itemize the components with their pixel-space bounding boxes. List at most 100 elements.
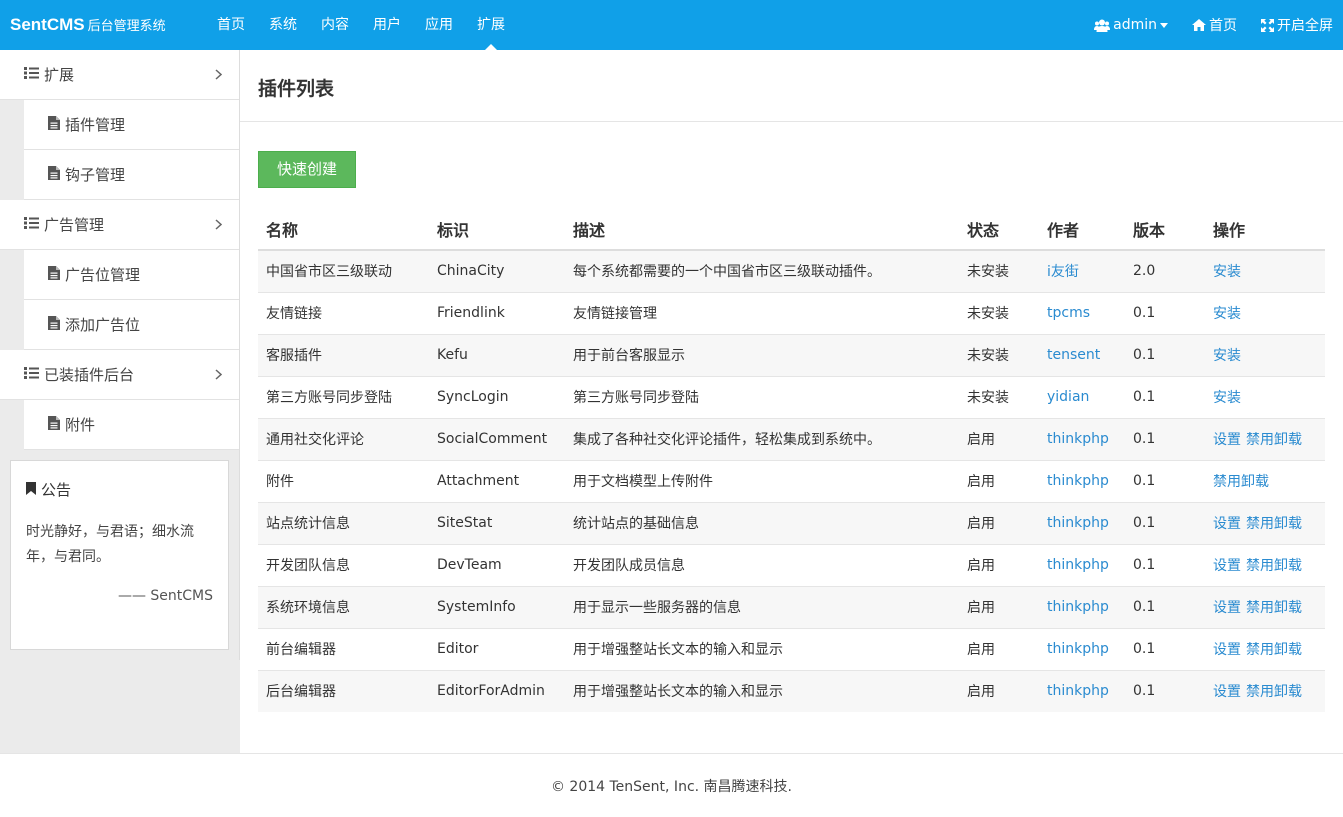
settings-link[interactable]: 设置 bbox=[1213, 642, 1241, 658]
user-menu[interactable]: admin bbox=[1094, 17, 1168, 33]
plugin-author-cell: thinkphp bbox=[1039, 585, 1125, 628]
home-link-label: 首页 bbox=[1209, 18, 1237, 34]
plugin-description: 友情链接管理 bbox=[565, 291, 959, 334]
uninstall-link[interactable]: 卸载 bbox=[1274, 684, 1302, 700]
sidebar-item-label: 添加广告位 bbox=[65, 316, 141, 334]
fullscreen-button[interactable]: 开启全屏 bbox=[1261, 15, 1333, 35]
title-divider bbox=[240, 121, 1343, 122]
install-link[interactable]: 安装 bbox=[1213, 306, 1241, 322]
notice-title: 公告 bbox=[26, 479, 213, 500]
plugin-actions: 安装 bbox=[1205, 333, 1325, 376]
author-link[interactable]: thinkphp bbox=[1047, 557, 1109, 573]
disable-link[interactable]: 禁用 bbox=[1246, 516, 1274, 532]
author-link[interactable]: tpcms bbox=[1047, 305, 1090, 321]
table-header-row: 名称 标识 描述 状态 作者 版本 操作 bbox=[258, 208, 1325, 251]
plugin-identifier: SocialComment bbox=[429, 417, 565, 460]
nav-item[interactable]: 首页 bbox=[205, 0, 257, 50]
sidebar-group[interactable]: 扩展 bbox=[0, 50, 240, 100]
author-link[interactable]: thinkphp bbox=[1047, 683, 1109, 699]
nav-item[interactable]: 系统 bbox=[257, 0, 309, 50]
table-row: 客服插件 Kefu 用于前台客服显示 未安装 tensent 0.1 安装 bbox=[258, 333, 1325, 376]
plugin-name: 前台编辑器 bbox=[258, 627, 429, 670]
chevron-right-icon bbox=[215, 218, 223, 234]
sidebar-item[interactable]: 广告位管理 bbox=[24, 250, 240, 300]
plugin-author-cell: yidian bbox=[1039, 375, 1125, 418]
file-icon bbox=[48, 415, 60, 434]
sidebar-item[interactable]: 附件 bbox=[24, 400, 240, 450]
plugin-name: 开发团队信息 bbox=[258, 543, 429, 586]
disable-link[interactable]: 禁用 bbox=[1213, 474, 1241, 490]
nav-item[interactable]: 扩展 bbox=[465, 0, 517, 50]
sidebar-group[interactable]: 广告管理 bbox=[0, 200, 240, 250]
notice-body: 时光静好，与君语；细水流年，与君同。 bbox=[26, 524, 194, 565]
plugin-name: 中国省市区三级联动 bbox=[258, 250, 429, 292]
plugin-identifier: Attachment bbox=[429, 459, 565, 502]
plugin-status: 启用 bbox=[959, 501, 1039, 544]
brand[interactable]: SentCMS 后台管理系统 bbox=[10, 0, 166, 50]
home-icon bbox=[1192, 19, 1206, 31]
table-row: 前台编辑器 Editor 用于增强整站长文本的输入和显示 启用 thinkphp 0.1 设… bbox=[258, 627, 1325, 670]
plugin-identifier: Kefu bbox=[429, 333, 565, 376]
author-link[interactable]: thinkphp bbox=[1047, 515, 1109, 531]
uninstall-link[interactable]: 卸载 bbox=[1274, 558, 1302, 574]
list-icon bbox=[24, 366, 39, 383]
settings-link[interactable]: 设置 bbox=[1213, 432, 1241, 448]
plugin-actions: 设置 禁用卸载 bbox=[1205, 543, 1325, 586]
settings-link[interactable]: 设置 bbox=[1213, 684, 1241, 700]
plugin-version: 0.1 bbox=[1125, 291, 1205, 334]
uninstall-link[interactable]: 卸载 bbox=[1274, 516, 1302, 532]
author-link[interactable]: thinkphp bbox=[1047, 473, 1109, 489]
plugin-identifier: SyncLogin bbox=[429, 375, 565, 418]
plugin-status: 未安装 bbox=[959, 250, 1039, 292]
install-link[interactable]: 安装 bbox=[1213, 348, 1241, 364]
nav-item[interactable]: 用户 bbox=[361, 0, 413, 50]
column-header: 版本 bbox=[1125, 208, 1205, 251]
plugin-author-cell: thinkphp bbox=[1039, 417, 1125, 460]
top-navbar: SentCMS 后台管理系统 首页 系统 内容 用户 应用 扩展 admin 首页 开启全屏 bbox=[0, 0, 1343, 50]
quick-create-button[interactable]: 快速创建 bbox=[258, 151, 356, 188]
disable-link[interactable]: 禁用 bbox=[1246, 600, 1274, 616]
plugin-actions: 安装 bbox=[1205, 375, 1325, 418]
footer-text: © 2014 TenSent, Inc. 南昌腾速科技. bbox=[550, 779, 792, 795]
plugin-description: 用于显示一些服务器的信息 bbox=[565, 585, 959, 628]
nav-item[interactable]: 内容 bbox=[309, 0, 361, 50]
install-link[interactable]: 安装 bbox=[1213, 264, 1241, 280]
uninstall-link[interactable]: 卸载 bbox=[1274, 600, 1302, 616]
settings-link[interactable]: 设置 bbox=[1213, 558, 1241, 574]
settings-link[interactable]: 设置 bbox=[1213, 600, 1241, 616]
install-link[interactable]: 安装 bbox=[1213, 390, 1241, 406]
author-link[interactable]: thinkphp bbox=[1047, 599, 1109, 615]
plugin-name: 第三方账号同步登陆 bbox=[258, 375, 429, 418]
plugin-description: 第三方账号同步登陆 bbox=[565, 375, 959, 418]
sidebar-item[interactable]: 添加广告位 bbox=[24, 300, 240, 350]
settings-link[interactable]: 设置 bbox=[1213, 516, 1241, 532]
plugin-author-cell: thinkphp bbox=[1039, 627, 1125, 670]
disable-link[interactable]: 禁用 bbox=[1246, 684, 1274, 700]
brand-name: SentCMS bbox=[10, 15, 85, 34]
uninstall-link[interactable]: 卸载 bbox=[1241, 474, 1269, 490]
author-link[interactable]: tensent bbox=[1047, 347, 1100, 363]
plugin-version: 0.1 bbox=[1125, 501, 1205, 544]
column-header: 标识 bbox=[429, 208, 565, 251]
plugin-name: 通用社交化评论 bbox=[258, 417, 429, 460]
uninstall-link[interactable]: 卸载 bbox=[1274, 432, 1302, 448]
home-link[interactable]: 首页 bbox=[1192, 15, 1237, 35]
disable-link[interactable]: 禁用 bbox=[1246, 432, 1274, 448]
sidebar-group-label: 广告管理 bbox=[44, 216, 105, 234]
author-link[interactable]: thinkphp bbox=[1047, 431, 1109, 447]
disable-link[interactable]: 禁用 bbox=[1246, 558, 1274, 574]
sidebar-item[interactable]: 钩子管理 bbox=[24, 150, 240, 200]
author-link[interactable]: thinkphp bbox=[1047, 641, 1109, 657]
disable-link[interactable]: 禁用 bbox=[1246, 642, 1274, 658]
uninstall-link[interactable]: 卸载 bbox=[1274, 642, 1302, 658]
author-link[interactable]: i友街 bbox=[1047, 264, 1079, 280]
plugin-status: 启用 bbox=[959, 417, 1039, 460]
caret-down-icon bbox=[1160, 22, 1168, 28]
sidebar-group[interactable]: 已装插件后台 bbox=[0, 350, 240, 400]
nav-item[interactable]: 应用 bbox=[413, 0, 465, 50]
table-row: 附件 Attachment 用于文档模型上传附件 启用 thinkphp 0.1 禁用卸载 bbox=[258, 459, 1325, 502]
plugin-actions: 设置 禁用卸载 bbox=[1205, 417, 1325, 460]
sidebar-item[interactable]: 插件管理 bbox=[24, 100, 240, 150]
file-icon bbox=[48, 265, 60, 284]
author-link[interactable]: yidian bbox=[1047, 389, 1089, 405]
